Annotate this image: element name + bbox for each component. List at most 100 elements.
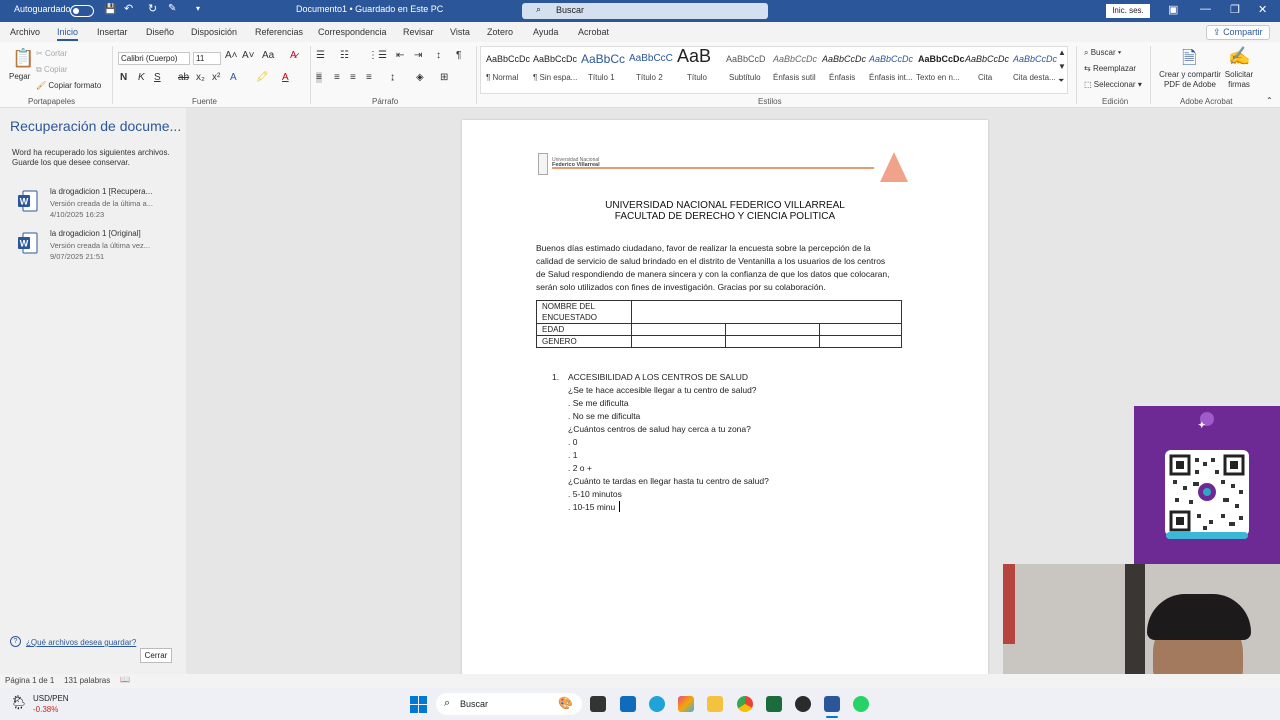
style-sample-strong[interactable]: AaBbCcDc [918, 54, 965, 64]
find-button[interactable]: ⌕ Buscar ▾ [1084, 48, 1121, 58]
style-sample-subtitle[interactable]: AaBbCcD [726, 54, 766, 64]
superscript-icon[interactable]: x² [212, 72, 220, 83]
save-icon[interactable]: 💾 [104, 4, 116, 15]
obs-icon[interactable] [795, 696, 811, 712]
clear-formatting-icon[interactable]: A̷ [290, 50, 297, 61]
strikethrough-icon[interactable]: ab [178, 72, 189, 83]
create-pdf-button[interactable]: Crear y compartir PDF de Adobe [1158, 70, 1222, 90]
autosave-toggle[interactable] [70, 5, 94, 17]
paste-icon[interactable]: 📋 [12, 48, 34, 69]
gender-value-cell[interactable] [631, 335, 726, 348]
style-sample-quote[interactable]: AaBbCcDc [965, 54, 1009, 64]
style-sample-heading2[interactable]: AaBbCcC [629, 53, 673, 64]
minimize-button[interactable]: — [1200, 3, 1211, 15]
tab-referencias[interactable]: Referencias [255, 27, 303, 37]
chrome-icon[interactable] [737, 696, 753, 712]
whatsapp-icon[interactable] [853, 696, 869, 712]
table-cell[interactable] [725, 323, 820, 336]
close-recovery-button[interactable]: Cerrar [140, 648, 172, 663]
restore-button[interactable]: ❐ [1230, 3, 1240, 16]
font-name-combo[interactable]: Calibri (Cuerpo) [118, 52, 190, 65]
table-cell[interactable] [725, 335, 820, 348]
table-cell[interactable] [819, 323, 902, 336]
style-heading2[interactable]: Título 2 [636, 73, 663, 82]
borders-icon[interactable]: ⊞ [440, 72, 448, 83]
edge-icon[interactable] [649, 696, 665, 712]
which-files-link[interactable]: ¿Qué archivos desea guardar? [26, 638, 136, 647]
sign-in-button[interactable]: Inic. ses. [1106, 4, 1150, 18]
tab-archivo[interactable]: Archivo [10, 27, 40, 37]
highlight-icon[interactable]: 🖍 [256, 72, 269, 83]
align-right-icon[interactable]: ≡ [350, 72, 356, 83]
document-page[interactable]: Universidad Nacional Federico Villarreal… [462, 120, 988, 680]
tab-insertar[interactable]: Insertar [97, 27, 128, 37]
change-case-icon[interactable]: Aa [262, 50, 274, 61]
collapse-ribbon-icon[interactable]: ⌃ [1266, 96, 1273, 105]
style-normal[interactable]: ¶ Normal [486, 73, 518, 82]
font-color-icon[interactable]: A [282, 72, 289, 83]
align-left-icon[interactable]: ≡ [316, 72, 322, 83]
style-sample-normal[interactable]: AaBbCcDc [486, 54, 530, 64]
style-intense-emphasis[interactable]: Énfasis int... [869, 73, 913, 82]
sort-icon[interactable]: ↕ [436, 50, 441, 61]
text-effects-icon[interactable]: A [230, 72, 237, 83]
tab-disposicion[interactable]: Disposición [191, 27, 237, 37]
shading-icon[interactable]: ◈ [416, 72, 424, 83]
line-spacing-icon[interactable]: ↨ [390, 72, 395, 83]
style-heading1[interactable]: Título 1 [588, 73, 615, 82]
tab-inicio[interactable]: Inicio [57, 27, 79, 41]
tab-diseno[interactable]: Diseño [146, 27, 174, 37]
word-count[interactable]: 131 palabras [64, 676, 110, 685]
tab-vista[interactable]: Vista [450, 27, 470, 37]
file-explorer-icon[interactable] [707, 696, 723, 712]
weather-icon[interactable]: 🌦 [10, 694, 28, 711]
recovered-file-item[interactable]: W la drogadicion 1 [Original] Versión cr… [14, 226, 184, 262]
font-size-combo[interactable]: 11 [193, 52, 221, 65]
close-button[interactable]: ✕ [1258, 3, 1267, 16]
tab-correspondencia[interactable]: Correspondencia [318, 27, 387, 37]
customize-quick-access-icon[interactable]: ▾ [196, 4, 200, 13]
windows-start-icon[interactable] [410, 696, 427, 713]
styles-scroll-down-icon[interactable]: ▼ [1058, 62, 1066, 71]
style-sample-heading1[interactable]: AaBbCc [581, 52, 625, 66]
calculator-icon[interactable] [620, 696, 636, 712]
style-subtitle[interactable]: Subtítulo [729, 73, 761, 82]
style-sample-intense-quote[interactable]: AaBbCcDc [1013, 54, 1057, 64]
ticker-change[interactable]: -0.38% [33, 705, 58, 714]
multilevel-list-icon[interactable]: ⋮☰ [368, 50, 387, 61]
style-no-spacing[interactable]: ¶ Sin espa... [533, 73, 577, 82]
bullets-icon[interactable]: ☰ [316, 50, 325, 61]
style-quote[interactable]: Cita [978, 73, 992, 82]
subscript-icon[interactable]: x₂ [196, 72, 205, 83]
italic-icon[interactable]: K [138, 72, 145, 83]
recovered-file-item[interactable]: W la drogadicion 1 [Recupera... Versión … [14, 184, 184, 220]
styles-scroll-up-icon[interactable]: ▲ [1058, 48, 1066, 57]
underline-icon[interactable]: S [154, 72, 161, 83]
tab-revisar[interactable]: Revisar [403, 27, 434, 37]
undo-icon[interactable]: ↶ [124, 2, 133, 15]
tab-ayuda[interactable]: Ayuda [533, 27, 558, 37]
style-sample-intense-emphasis[interactable]: AaBbCcDc [869, 54, 913, 64]
age-value-cell[interactable] [631, 323, 726, 336]
request-signatures-icon[interactable]: ✍ [1228, 46, 1250, 67]
tab-acrobat[interactable]: Acrobat [578, 27, 609, 37]
ticker-name[interactable]: USD/PEN [33, 694, 69, 703]
justify-icon[interactable]: ≡ [366, 72, 372, 83]
style-sample-subtle-emphasis[interactable]: AaBbCcDc [773, 54, 817, 64]
word-taskbar-icon[interactable] [824, 696, 840, 712]
format-icon[interactable]: ✎ [168, 3, 176, 14]
increase-indent-icon[interactable]: ⇥ [414, 50, 422, 61]
style-subtle-emphasis[interactable]: Énfasis sutil [773, 73, 816, 82]
shrink-font-icon[interactable]: A˅ [242, 50, 255, 61]
taskbar-search[interactable]: ⌕ Buscar 🎨 [436, 693, 582, 715]
name-value-cell[interactable] [631, 300, 902, 324]
proofing-icon[interactable]: 📖 [120, 675, 130, 684]
style-emphasis[interactable]: Énfasis [829, 73, 855, 82]
share-button[interactable]: ⇪ Compartir [1206, 25, 1270, 40]
style-sample-title[interactable]: AaB [677, 46, 711, 67]
paste-button[interactable]: Pegar [9, 72, 30, 81]
tab-zotero[interactable]: Zotero [487, 27, 513, 37]
cut-button[interactable]: ✂ Cortar [36, 49, 67, 58]
copilot-icon[interactable] [678, 696, 694, 712]
decrease-indent-icon[interactable]: ⇤ [396, 50, 404, 61]
